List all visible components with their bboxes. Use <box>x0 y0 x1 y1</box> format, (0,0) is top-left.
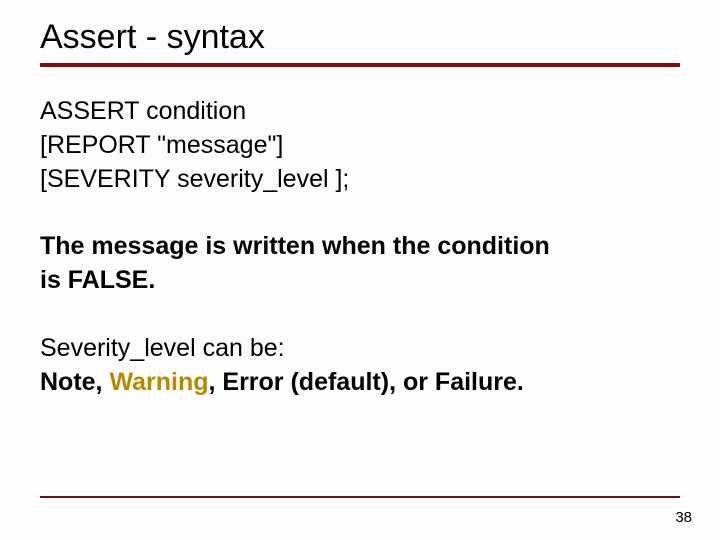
title-rule <box>40 63 680 67</box>
page-number: 38 <box>675 509 692 526</box>
message-rule-block: The message is written when the conditio… <box>40 230 680 298</box>
message-rule-line-2: is FALSE. <box>40 264 680 298</box>
severity-block: Severity_level can be: Note, Warning, Er… <box>40 332 680 400</box>
severity-rest: , Error (default), or Failure. <box>209 368 524 396</box>
severity-warning: Warning <box>109 368 208 396</box>
syntax-block: ASSERT condition [REPORT "message"] [SEV… <box>40 95 680 196</box>
severity-note: Note, <box>40 368 109 396</box>
page-title: Assert - syntax <box>40 18 680 57</box>
syntax-line-3: [SEVERITY severity_level ]; <box>40 163 680 197</box>
message-rule-line-1: The message is written when the conditio… <box>40 230 680 264</box>
severity-options: Note, Warning, Error (default), or Failu… <box>40 366 680 400</box>
syntax-line-2: [REPORT "message"] <box>40 129 680 163</box>
syntax-line-1: ASSERT condition <box>40 95 680 129</box>
bottom-rule <box>40 496 680 498</box>
severity-intro: Severity_level can be: <box>40 332 680 366</box>
slide: Assert - syntax ASSERT condition [REPORT… <box>0 0 720 540</box>
